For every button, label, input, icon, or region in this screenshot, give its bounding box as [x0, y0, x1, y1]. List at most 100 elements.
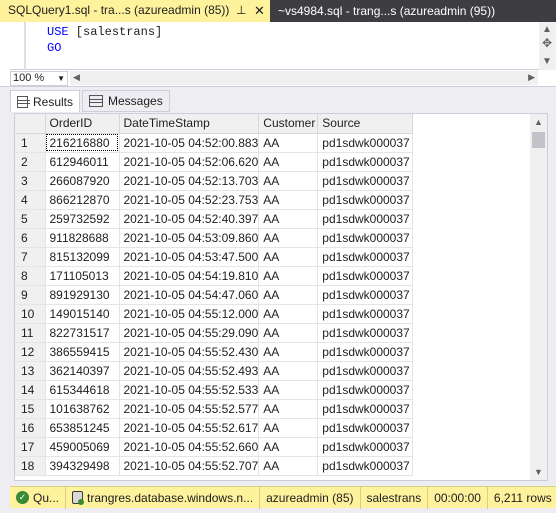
- source-cell[interactable]: pd1sdwk000037: [317, 304, 414, 324]
- orderid-cell[interactable]: 866212870: [45, 190, 120, 210]
- scroll-up-icon[interactable]: ▲: [534, 117, 543, 127]
- table-row[interactable]: 8 171105013 2021-10-05 04:54:19.810 AA pd1sd…: [15, 266, 414, 286]
- datetimestamp-cell[interactable]: 2021-10-05 04:55:52.707: [119, 456, 260, 476]
- column-header-source[interactable]: Source: [317, 114, 414, 134]
- orderid-cell[interactable]: 216216880: [45, 133, 120, 153]
- datetimestamp-cell[interactable]: 2021-10-05 04:52:13.703: [119, 171, 260, 191]
- source-cell[interactable]: pd1sdwk000037: [317, 266, 414, 286]
- table-row[interactable]: 15 101638762 2021-10-05 04:55:52.577 AA pd1s…: [15, 399, 414, 419]
- table-row[interactable]: 18 394329498 2021-10-05 04:55:52.707 AA pd1s…: [15, 456, 414, 476]
- tab-sqlquery1[interactable]: SQLQuery1.sql - tra...s (azureadmin (85)…: [0, 0, 270, 22]
- scroll-down-icon[interactable]: ▼: [534, 467, 543, 477]
- row-number[interactable]: 17: [15, 437, 46, 457]
- datetimestamp-cell[interactable]: 2021-10-05 04:54:47.060: [119, 285, 260, 305]
- datetimestamp-cell[interactable]: 2021-10-05 04:52:06.620: [119, 152, 260, 172]
- table-row[interactable]: 13 362140397 2021-10-05 04:55:52.493 AA pd1s…: [15, 361, 414, 381]
- table-row[interactable]: 9 891929130 2021-10-05 04:54:47.060 AA pd1sd…: [15, 285, 414, 305]
- source-cell[interactable]: pd1sdwk000037: [317, 342, 414, 362]
- source-cell[interactable]: pd1sdwk000037: [317, 399, 414, 419]
- scroll-left-icon[interactable]: ◀: [73, 72, 80, 83]
- results-grid[interactable]: OrderID DateTimeStamp Customer Source 12…: [14, 113, 548, 481]
- column-header-orderid[interactable]: OrderID: [45, 114, 120, 134]
- customer-cell[interactable]: AA: [258, 304, 319, 324]
- scroll-down-icon[interactable]: ▼: [542, 56, 552, 67]
- customer-cell[interactable]: AA: [258, 190, 319, 210]
- row-number[interactable]: 2: [15, 152, 46, 172]
- source-cell[interactable]: pd1sdwk000037: [317, 152, 414, 172]
- table-row[interactable]: 12 386559415 2021-10-05 04:55:52.430 AA pd1s…: [15, 342, 414, 362]
- customer-cell[interactable]: AA: [258, 437, 319, 457]
- table-row[interactable]: 2 612946011 2021-10-05 04:52:06.620 AA pd1sd…: [15, 152, 414, 172]
- datetimestamp-cell[interactable]: 2021-10-05 04:52:00.883: [119, 133, 260, 153]
- orderid-cell[interactable]: 815132099: [45, 247, 120, 267]
- datetimestamp-cell[interactable]: 2021-10-05 04:55:52.533: [119, 380, 260, 400]
- customer-cell[interactable]: AA: [258, 228, 319, 248]
- pin-icon[interactable]: ⊥: [236, 3, 246, 17]
- column-header-datetimestamp[interactable]: DateTimeStamp: [119, 114, 260, 134]
- orderid-cell[interactable]: 171105013: [45, 266, 120, 286]
- row-number[interactable]: 10: [15, 304, 46, 324]
- datetimestamp-cell[interactable]: 2021-10-05 04:55:29.090: [119, 323, 260, 343]
- close-icon[interactable]: ✕: [254, 3, 265, 19]
- orderid-cell[interactable]: 612946011: [45, 152, 120, 172]
- orderid-cell[interactable]: 362140397: [45, 361, 120, 381]
- row-number[interactable]: 4: [15, 190, 46, 210]
- query-editor[interactable]: USE [salestrans] GO ▲ ✥ ▼: [0, 22, 556, 70]
- scroll-right-icon[interactable]: ▶: [528, 72, 535, 83]
- datetimestamp-cell[interactable]: 2021-10-05 04:52:23.753: [119, 190, 260, 210]
- customer-cell[interactable]: AA: [258, 361, 319, 381]
- customer-cell[interactable]: AA: [258, 380, 319, 400]
- customer-cell[interactable]: AA: [258, 171, 319, 191]
- datetimestamp-cell[interactable]: 2021-10-05 04:55:52.430: [119, 342, 260, 362]
- table-row[interactable]: 4 866212870 2021-10-05 04:52:23.753 AA pd1sd…: [15, 190, 414, 210]
- scroll-thumb[interactable]: [532, 132, 545, 148]
- table-row[interactable]: 1 216216880 2021-10-05 04:52:00.883 AA pd1sd…: [15, 133, 414, 153]
- tab-messages[interactable]: Messages: [82, 90, 170, 112]
- table-row[interactable]: 5 259732592 2021-10-05 04:52:40.397 AA pd1sd…: [15, 209, 414, 229]
- column-header-rownum[interactable]: [15, 114, 46, 134]
- row-number[interactable]: 5: [15, 209, 46, 229]
- datetimestamp-cell[interactable]: 2021-10-05 04:52:40.397: [119, 209, 260, 229]
- source-cell[interactable]: pd1sdwk000037: [317, 209, 414, 229]
- table-row[interactable]: 11 822731517 2021-10-05 04:55:29.090 AA pd1s…: [15, 323, 414, 343]
- code-text[interactable]: USE [salestrans] GO: [47, 24, 162, 56]
- row-number[interactable]: 11: [15, 323, 46, 343]
- source-cell[interactable]: pd1sdwk000037: [317, 228, 414, 248]
- orderid-cell[interactable]: 615344618: [45, 380, 120, 400]
- datetimestamp-cell[interactable]: 2021-10-05 04:53:09.860: [119, 228, 260, 248]
- tab-results[interactable]: Results: [10, 90, 80, 112]
- row-number[interactable]: 18: [15, 456, 46, 476]
- source-cell[interactable]: pd1sdwk000037: [317, 361, 414, 381]
- row-number[interactable]: 6: [15, 228, 46, 248]
- orderid-cell[interactable]: 259732592: [45, 209, 120, 229]
- orderid-cell[interactable]: 394329498: [45, 456, 120, 476]
- datetimestamp-cell[interactable]: 2021-10-05 04:55:12.000: [119, 304, 260, 324]
- customer-cell[interactable]: AA: [258, 456, 319, 476]
- split-icon[interactable]: ✥: [542, 36, 552, 50]
- orderid-cell[interactable]: 822731517: [45, 323, 120, 343]
- datetimestamp-cell[interactable]: 2021-10-05 04:55:52.577: [119, 399, 260, 419]
- datetimestamp-cell[interactable]: 2021-10-05 04:53:47.500: [119, 247, 260, 267]
- datetimestamp-cell[interactable]: 2021-10-05 04:55:52.660: [119, 437, 260, 457]
- orderid-cell[interactable]: 459005069: [45, 437, 120, 457]
- customer-cell[interactable]: AA: [258, 152, 319, 172]
- customer-cell[interactable]: AA: [258, 133, 319, 153]
- datetimestamp-cell[interactable]: 2021-10-05 04:55:52.493: [119, 361, 260, 381]
- datetimestamp-cell[interactable]: 2021-10-05 04:55:52.617: [119, 418, 260, 438]
- table-row[interactable]: 14 615344618 2021-10-05 04:55:52.533 AA pd1s…: [15, 380, 414, 400]
- table-row[interactable]: 16 653851245 2021-10-05 04:55:52.617 AA pd1s…: [15, 418, 414, 438]
- tab-vs4984[interactable]: ~vs4984.sql - trang...s (azureadmin (95)…: [270, 0, 556, 22]
- editor-horizontal-scrollbar[interactable]: ◀ ▶: [70, 71, 538, 85]
- customer-cell[interactable]: AA: [258, 285, 319, 305]
- source-cell[interactable]: pd1sdwk000037: [317, 285, 414, 305]
- customer-cell[interactable]: AA: [258, 323, 319, 343]
- customer-cell[interactable]: AA: [258, 247, 319, 267]
- table-row[interactable]: 10 149015140 2021-10-05 04:55:12.000 AA pd1s…: [15, 304, 414, 324]
- row-number[interactable]: 7: [15, 247, 46, 267]
- row-number[interactable]: 16: [15, 418, 46, 438]
- orderid-cell[interactable]: 266087920: [45, 171, 120, 191]
- source-cell[interactable]: pd1sdwk000037: [317, 437, 414, 457]
- row-number[interactable]: 15: [15, 399, 46, 419]
- table-row[interactable]: 17 459005069 2021-10-05 04:55:52.660 AA pd1s…: [15, 437, 414, 457]
- source-cell[interactable]: pd1sdwk000037: [317, 380, 414, 400]
